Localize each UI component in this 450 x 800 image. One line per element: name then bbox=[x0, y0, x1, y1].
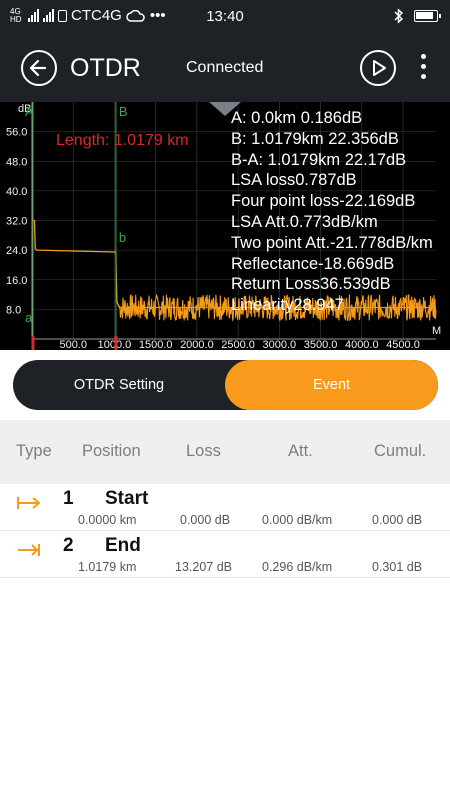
bluetooth-icon bbox=[394, 8, 404, 24]
connection-status: Connected bbox=[186, 59, 264, 76]
x-unit-label: M bbox=[432, 325, 441, 337]
x-tick-label: 1500.0 bbox=[139, 339, 173, 350]
tab-event[interactable]: Event bbox=[225, 360, 438, 410]
battery-icon bbox=[414, 10, 441, 22]
measurement-line: Return Loss36.539dB bbox=[231, 275, 391, 294]
play-icon bbox=[373, 60, 386, 76]
col-loss: Loss bbox=[186, 442, 221, 460]
measurement-line: B: 1.0179km 22.356dB bbox=[231, 129, 399, 148]
play-button[interactable] bbox=[360, 50, 396, 86]
event-position: 0.0000 km bbox=[78, 513, 137, 527]
y-tick-label: 56.0 bbox=[6, 127, 27, 139]
col-cumul: Cumul. bbox=[374, 442, 427, 460]
y-tick-label: 32.0 bbox=[6, 216, 27, 228]
marker-b-label: B bbox=[119, 104, 128, 119]
event-name: Start bbox=[105, 488, 149, 509]
tab-otdr-setting[interactable]: OTDR Setting bbox=[13, 360, 225, 410]
x-tick-label: 3000.0 bbox=[263, 339, 297, 350]
table-row[interactable]: 2 End 1.0179 km 13.207 dB 0.296 dB/km 0.… bbox=[0, 531, 450, 578]
length-label: Length: 1.0179 km bbox=[56, 132, 189, 149]
x-tick-label: 2000.0 bbox=[180, 339, 214, 350]
arrow-left-icon bbox=[29, 59, 47, 77]
event-number: 2 bbox=[63, 535, 74, 556]
marker-a-cursor bbox=[31, 336, 35, 350]
col-type: Type bbox=[16, 442, 52, 460]
measurement-line: A: 0.0km 0.186dB bbox=[231, 109, 363, 127]
x-tick-label: 500.0 bbox=[59, 339, 87, 350]
col-position: Position bbox=[82, 442, 141, 460]
event-cumul: 0.301 dB bbox=[372, 560, 423, 574]
y-tick-label: 48.0 bbox=[6, 156, 27, 168]
tab-switch: OTDR Setting Event bbox=[13, 360, 438, 410]
status-bar: 4G HD CTC4G ••• 13:40 bbox=[0, 0, 450, 34]
y-tick-label: 8.0 bbox=[6, 304, 21, 316]
measurement-line: Linearity28.947 bbox=[231, 296, 344, 315]
more-vertical-icon-dot bbox=[421, 74, 426, 79]
status-right bbox=[394, 8, 441, 24]
x-tick-label: 2500.0 bbox=[221, 339, 255, 350]
event-att: 0.296 dB/km bbox=[262, 560, 333, 574]
measurement-line: Two point Att.-21.778dB/km bbox=[231, 233, 433, 252]
event-table-header: Type Position Loss Att. Cumul. bbox=[0, 420, 450, 484]
more-menu-button[interactable] bbox=[413, 54, 433, 82]
measurement-line: B-A: 1.0179km 22.17dB bbox=[231, 150, 407, 169]
y-tick-label: 40.0 bbox=[6, 186, 27, 198]
app-header: OTDR Connected bbox=[0, 34, 450, 102]
event-position: 1.0179 km bbox=[78, 560, 137, 574]
measurement-info: A: 0.0km 0.186dB B: 1.0179km 22.356dB B-A:… bbox=[231, 108, 433, 316]
battery-level bbox=[416, 12, 433, 19]
col-att: Att. bbox=[288, 442, 313, 460]
measurement-line: LSA Att.0.773dB/km bbox=[231, 212, 378, 231]
measurement-line: LSA loss0.787dB bbox=[231, 171, 357, 190]
marker-b-sublabel: b bbox=[119, 230, 126, 245]
marker-a-sublabel: a bbox=[25, 310, 33, 325]
y-tick-label: 24.0 bbox=[6, 245, 27, 257]
event-att: 0.000 dB/km bbox=[262, 513, 333, 527]
y-tick-label: 16.0 bbox=[6, 275, 27, 287]
more-vertical-icon bbox=[421, 54, 426, 59]
event-end-icon bbox=[18, 544, 40, 556]
table-row[interactable]: 1 Start 0.0000 km 0.000 dB 0.000 dB/km 0… bbox=[0, 484, 450, 531]
status-time: 13:40 bbox=[206, 8, 244, 25]
measurement-line: Four point loss-22.169dB bbox=[231, 192, 416, 211]
marker-b-cursor bbox=[114, 336, 118, 350]
event-cumul: 0.000 dB bbox=[372, 513, 423, 527]
measurement-line: Reflectance-18.669dB bbox=[231, 254, 395, 273]
event-loss: 13.207 dB bbox=[175, 560, 232, 574]
event-name: End bbox=[105, 535, 141, 556]
x-tick-label: 4000.0 bbox=[345, 339, 379, 350]
page-title: OTDR bbox=[70, 54, 141, 82]
more-vertical-icon-dot bbox=[421, 64, 426, 69]
event-start-icon bbox=[17, 497, 41, 509]
event-loss: 0.000 dB bbox=[180, 513, 231, 527]
x-tick-label: 4500.0 bbox=[386, 339, 420, 350]
x-tick-label: 3500.0 bbox=[304, 339, 338, 350]
otdr-trace-chart[interactable]: 56.048.040.032.024.016.08.0500.01000.015… bbox=[0, 102, 450, 350]
marker-a-label: A bbox=[25, 104, 34, 119]
tab-bar: OTDR Setting Event bbox=[0, 350, 450, 418]
event-number: 1 bbox=[63, 488, 74, 509]
back-button[interactable] bbox=[21, 50, 57, 86]
